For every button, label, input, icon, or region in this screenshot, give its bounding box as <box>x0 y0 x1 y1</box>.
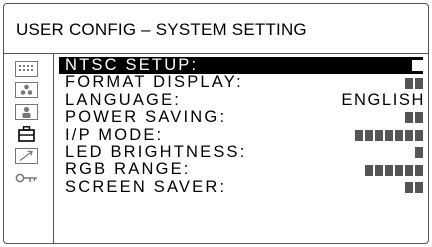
menu-item-label: LED BRIGHTNESS: <box>65 142 247 161</box>
menu-item-value: ENGLISH <box>341 90 425 109</box>
value-block <box>415 112 423 124</box>
value-block-group <box>405 181 423 193</box>
menu-item-label: SCREEN SAVER: <box>65 177 227 196</box>
value-block <box>395 129 403 141</box>
value-block <box>415 77 423 89</box>
value-block <box>395 164 403 176</box>
title-bar: USER CONFIG – SYSTEM SETTING <box>4 4 428 54</box>
value-block <box>365 164 373 176</box>
value-block <box>355 129 363 141</box>
menu-item-value-blocks <box>405 179 423 196</box>
menu-item-value-blocks <box>412 57 423 74</box>
menu-item-value-blocks <box>405 74 423 91</box>
value-block-group <box>405 77 423 89</box>
menu-item-value-blocks <box>355 127 423 144</box>
menu-item-label: POWER SAVING: <box>65 108 227 127</box>
user-profile-icon[interactable] <box>15 104 38 120</box>
value-block-group <box>365 164 423 176</box>
menu-item[interactable]: I/P MODE: <box>59 125 423 144</box>
value-block <box>412 60 423 72</box>
value-block-group <box>355 129 423 141</box>
value-block <box>385 129 393 141</box>
value-block <box>405 164 413 176</box>
value-block <box>415 147 423 159</box>
menu-item-label: NTSC SETUP: <box>65 56 199 74</box>
value-block <box>405 77 413 89</box>
menu-item[interactable]: NTSC SETUP: <box>59 56 423 75</box>
color-palette-icon[interactable] <box>15 82 38 98</box>
menu-item-label: FORMAT DISPLAY: <box>65 73 243 92</box>
value-block <box>415 181 423 193</box>
value-block-group <box>412 60 423 72</box>
value-block <box>415 129 423 141</box>
value-block <box>405 181 413 193</box>
key-icon[interactable] <box>15 170 38 186</box>
value-block <box>405 129 413 141</box>
value-block <box>375 129 383 141</box>
menu-title: USER CONFIG – SYSTEM SETTING <box>16 20 307 39</box>
value-block-group <box>415 147 423 159</box>
menu-item-label: RGB RANGE: <box>65 160 191 179</box>
setting-menu-list: NTSC SETUP: FORMAT DISPLAY: LANGUAGE: ENGLI… <box>59 56 425 196</box>
toolbox-icon[interactable] <box>15 126 38 142</box>
menu-item[interactable]: FORMAT DISPLAY: <box>59 73 423 92</box>
menu-item-value-blocks <box>405 109 423 126</box>
arrow-up-right-icon[interactable] <box>15 148 38 164</box>
value-block-group <box>405 112 423 124</box>
value-block <box>385 164 393 176</box>
value-block <box>405 112 413 124</box>
menu-item[interactable]: SCREEN SAVER: <box>59 177 423 196</box>
menu-item-value-blocks <box>365 161 423 178</box>
value-block <box>365 129 373 141</box>
menu-item-label: I/P MODE: <box>65 125 164 144</box>
category-sidebar <box>4 54 54 243</box>
dots-grid-icon[interactable] <box>15 61 38 77</box>
menu-item[interactable]: POWER SAVING: <box>59 108 423 127</box>
value-block <box>375 164 383 176</box>
menu-item-value-blocks <box>415 144 423 161</box>
menu-item-label: LANGUAGE: <box>65 90 182 109</box>
menu-item[interactable]: LANGUAGE: ENGLISH <box>59 90 425 109</box>
value-block <box>415 164 423 176</box>
menu-item[interactable]: LED BRIGHTNESS: <box>59 142 423 161</box>
menu-item[interactable]: RGB RANGE: <box>59 160 423 179</box>
